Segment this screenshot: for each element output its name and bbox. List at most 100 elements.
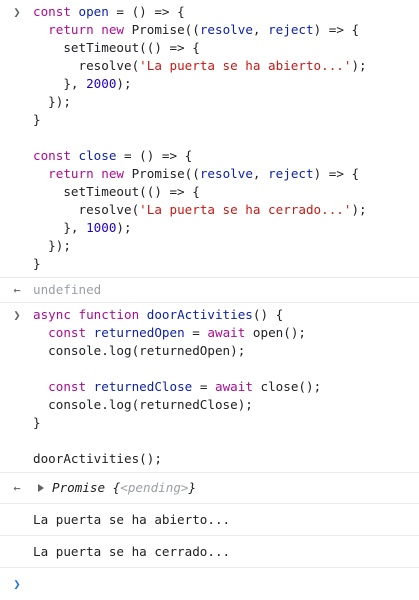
code-token: close(); — [260, 379, 322, 394]
code-line: resolve('La puerta se ha cerrado...'); — [0, 201, 419, 219]
promise-brace-close: } — [188, 480, 197, 495]
code-token: 'La puerta se ha abierto...' — [139, 58, 352, 73]
promise-brace-open: { — [105, 480, 121, 495]
console-log-message: La puerta se ha abierto... — [0, 504, 419, 536]
code-token: = — [192, 379, 215, 394]
promise-state: <pending> — [120, 480, 189, 495]
code-token: open(); — [252, 325, 306, 340]
code-token: const — [33, 148, 79, 163]
console-input-entry: ❯ const open = () => { return new Promise… — [0, 0, 419, 278]
promise-label: Promise — [52, 480, 106, 495]
console-prompt[interactable]: ❯ — [0, 568, 419, 600]
code-token: close — [78, 148, 117, 163]
code-token: returnedClose — [93, 379, 193, 394]
prompt-chevron-icon: ❯ — [13, 577, 21, 591]
code-token: }); — [33, 94, 71, 109]
promise-object[interactable]: Promise {<pending>} — [0, 479, 419, 497]
code-line: const returnedClose = await close(); — [0, 378, 419, 396]
code-token: } — [33, 415, 41, 430]
code-token: 1000 — [86, 220, 117, 235]
console-input-entry: ❯ async function doorActivities() { const… — [0, 303, 419, 473]
code-line: } — [0, 414, 419, 432]
code-line: }); — [0, 93, 419, 111]
code-token: doorActivities — [146, 307, 253, 322]
code-token: 'La puerta se ha cerrado...' — [139, 202, 352, 217]
log-text: La puerta se ha abierto... — [33, 512, 231, 527]
code-token: Promise(( — [131, 166, 200, 181]
console-log-message: La puerta se ha cerrado... — [0, 536, 419, 568]
code-token: setTimeout(() => { — [33, 40, 200, 55]
input-chevron-icon: ❯ — [13, 308, 21, 322]
code-token: resolve( — [33, 202, 140, 217]
code-token: } — [33, 256, 41, 271]
code-token: ) => { — [313, 166, 360, 181]
code-token: await — [215, 379, 261, 394]
input-chevron-icon: ❯ — [13, 5, 21, 19]
code-token: setTimeout(() => { — [33, 184, 200, 199]
code-line: resolve('La puerta se ha abierto...'); — [0, 57, 419, 75]
code-token: ); — [351, 202, 367, 217]
console-result-entry: ← undefined — [0, 278, 419, 303]
code-token: }, — [33, 76, 87, 91]
code-token: , — [252, 166, 269, 181]
code-token: Promise(( — [131, 22, 200, 37]
code-token: () { — [252, 307, 284, 322]
code-line: const open = () => { — [0, 3, 419, 21]
code-line: return new Promise((resolve, reject) => … — [0, 21, 419, 39]
code-line: }); — [0, 237, 419, 255]
code-line: } — [0, 255, 419, 273]
code-token: ); — [116, 220, 132, 235]
code-token: 2000 — [86, 76, 117, 91]
code-token: = () => { — [108, 4, 185, 19]
code-token: resolve — [199, 22, 253, 37]
code-token: ); — [351, 58, 367, 73]
code-token: reject — [268, 166, 314, 181]
console-input-field[interactable] — [0, 575, 419, 593]
code-token: ); — [116, 76, 132, 91]
code-token: console.log(returnedClose); — [33, 397, 253, 412]
code-token: const — [48, 325, 94, 340]
code-token: }, — [33, 220, 87, 235]
code-token: async function — [33, 307, 147, 322]
code-line: } — [0, 111, 419, 129]
code-token: } — [33, 112, 41, 127]
code-token: resolve( — [33, 58, 140, 73]
code-token: = () => { — [116, 148, 193, 163]
code-line: setTimeout(() => { — [0, 183, 419, 201]
code-token: await — [207, 325, 253, 340]
code-line: const returnedOpen = await open(); — [0, 324, 419, 342]
code-token: = — [184, 325, 208, 340]
code-token: console.log(returnedOpen); — [33, 343, 246, 358]
log-text: La puerta se ha cerrado... — [33, 544, 231, 559]
code-line: async function doorActivities() { — [0, 306, 419, 324]
devtools-console: ❯ const open = () => { return new Promise… — [0, 0, 419, 591]
code-token: , — [252, 22, 269, 37]
code-line: console.log(returnedOpen); — [0, 342, 419, 360]
console-promise-result: ← Promise {<pending>} — [0, 473, 419, 504]
code-token: ) => { — [313, 22, 360, 37]
code-token: const — [33, 4, 79, 19]
code-line: }, 1000); — [0, 219, 419, 237]
code-token: return new — [48, 166, 132, 181]
code-line: const close = () => { — [0, 147, 419, 165]
code-token: resolve — [199, 166, 253, 181]
code-token: }); — [33, 238, 71, 253]
code-line: }, 2000); — [0, 75, 419, 93]
expand-triangle-icon[interactable] — [38, 483, 44, 492]
code-token: undefined — [33, 282, 102, 297]
result-arrow-icon: ← — [13, 481, 21, 495]
result-arrow-icon: ← — [13, 283, 21, 297]
code-line: setTimeout(() => { — [0, 39, 419, 57]
code-token: reject — [268, 22, 314, 37]
code-line: doorActivities(); — [0, 450, 419, 468]
code-line: console.log(returnedClose); — [0, 396, 419, 414]
code-token: returnedOpen — [93, 325, 185, 340]
code-line: return new Promise((resolve, reject) => … — [0, 165, 419, 183]
